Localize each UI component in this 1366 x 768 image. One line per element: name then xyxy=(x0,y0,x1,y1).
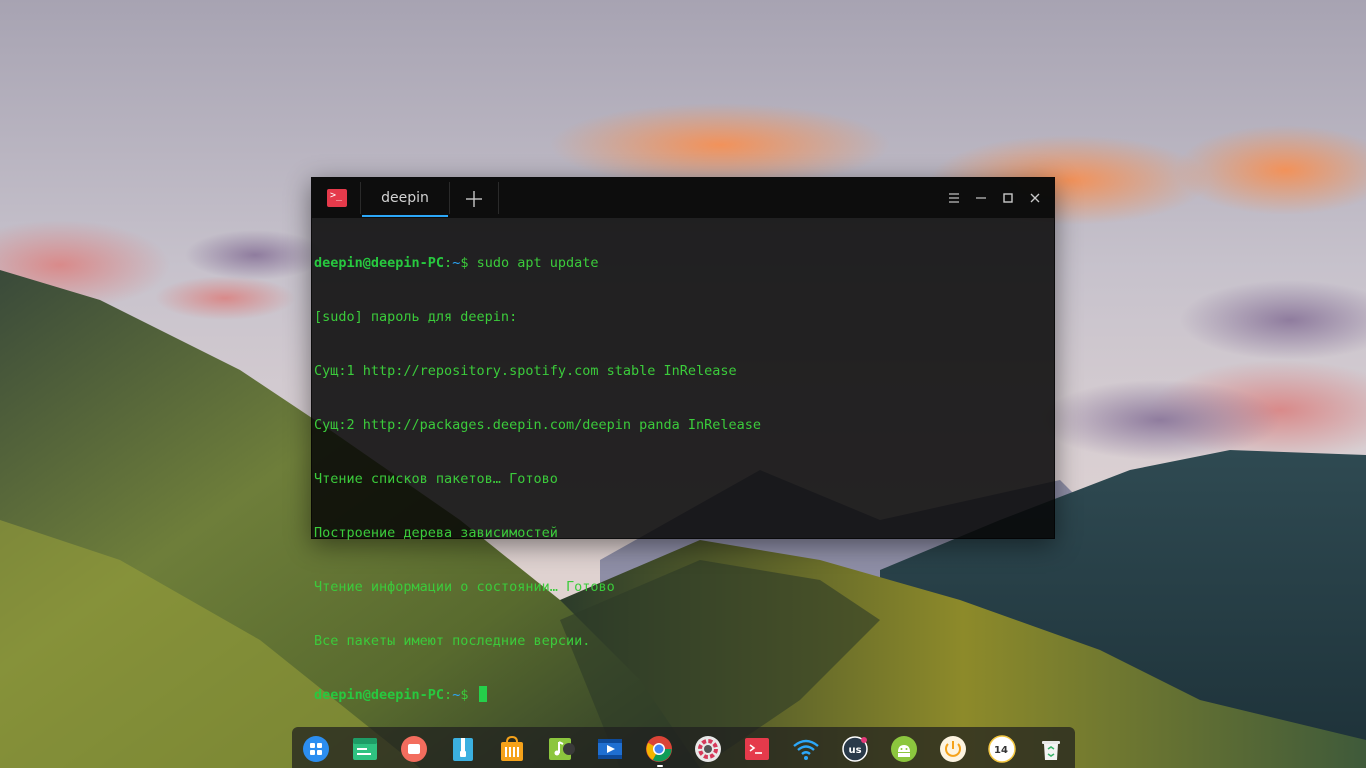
prompt-separator: : xyxy=(444,255,453,271)
output-line: Сущ:1 http://repository.spotify.com stab… xyxy=(314,363,737,379)
minimize-icon xyxy=(976,197,986,199)
terminal-app-icon-glyph: >_ xyxy=(330,190,343,201)
clock-icon[interactable]: 14 xyxy=(988,735,1016,763)
tab-divider xyxy=(498,182,499,214)
chrome-icon[interactable] xyxy=(645,735,673,763)
android-icon[interactable] xyxy=(890,735,918,763)
output-line: Сущ:2 http://packages.deepin.com/deepin … xyxy=(314,417,762,433)
output-line: [sudo] пароль для deepin: xyxy=(314,309,518,325)
minimize-button[interactable] xyxy=(971,188,991,208)
app-store-icon[interactable] xyxy=(498,735,526,763)
screen-recorder-icon[interactable] xyxy=(400,735,428,763)
terminal-titlebar[interactable]: >_ deepin xyxy=(312,178,1054,218)
tab-deepin[interactable]: deepin xyxy=(362,178,448,218)
power-icon[interactable] xyxy=(939,735,967,763)
wifi-icon[interactable] xyxy=(792,735,820,763)
command-line: deepin@deepin-PC:~$ sudo apt update xyxy=(314,254,1052,272)
terminal-output[interactable]: deepin@deepin-PC:~$ sudo apt update [sud… xyxy=(314,218,1052,703)
prompt-separator: : xyxy=(444,687,453,703)
output-line: Чтение списков пакетов… Готово xyxy=(314,471,558,487)
archive-manager-icon[interactable] xyxy=(449,735,477,763)
close-button[interactable] xyxy=(1025,188,1045,208)
command-text: sudo apt update xyxy=(476,255,599,271)
hamburger-icon xyxy=(949,193,959,203)
tab-divider xyxy=(360,182,361,214)
terminal-app-icon[interactable]: >_ xyxy=(327,189,347,207)
trash-icon[interactable] xyxy=(1037,735,1065,763)
plus-icon xyxy=(466,191,482,207)
output-line: Все пакеты имеют последние версии. xyxy=(314,633,591,649)
video-player-icon[interactable] xyxy=(596,735,624,763)
tab-divider xyxy=(449,182,450,214)
dock: us 14 xyxy=(292,727,1075,768)
keyboard-layout-label: us xyxy=(848,745,861,756)
clock-label: 14 xyxy=(994,745,1008,756)
keyboard-layout-icon[interactable]: us xyxy=(841,735,869,763)
prompt-symbol: $ xyxy=(460,687,469,703)
prompt-symbol: $ xyxy=(460,255,469,271)
terminal-window[interactable]: >_ deepin deepin@deepin-PC:~$ sudo apt u… xyxy=(311,177,1055,703)
close-icon xyxy=(1030,193,1040,203)
terminal-icon[interactable] xyxy=(743,735,771,763)
music-player-icon[interactable] xyxy=(547,735,575,763)
output-line: Чтение информации о состоянии… Готово xyxy=(314,579,615,595)
prompt-user: deepin@deepin-PC xyxy=(314,687,445,703)
maximize-icon xyxy=(1003,193,1013,203)
launcher-icon[interactable] xyxy=(302,735,330,763)
output-line: Построение дерева зависимостей xyxy=(314,525,558,541)
new-tab-button[interactable] xyxy=(462,187,486,211)
terminal-green-icon[interactable] xyxy=(351,735,379,763)
maximize-button[interactable] xyxy=(998,188,1018,208)
menu-button[interactable] xyxy=(944,188,964,208)
settings-icon[interactable] xyxy=(694,735,722,763)
prompt-user: deepin@deepin-PC xyxy=(314,255,445,271)
prompt-line: deepin@deepin-PC:~$ xyxy=(314,686,1052,704)
text-cursor xyxy=(478,686,487,702)
running-indicator xyxy=(657,765,663,767)
